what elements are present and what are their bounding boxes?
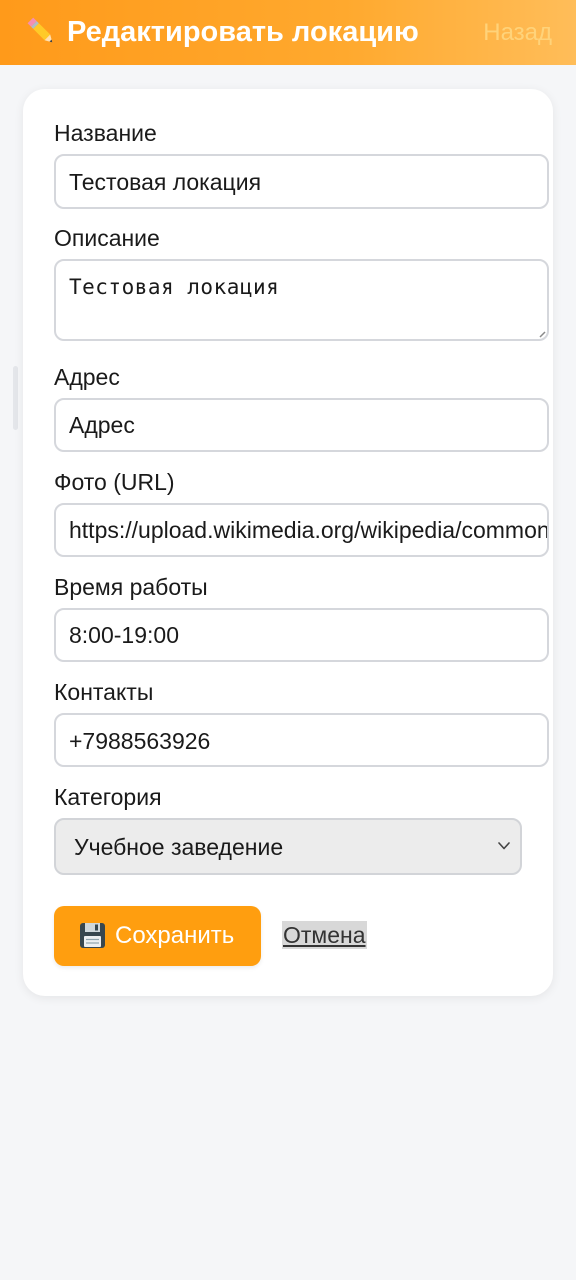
app-header: Редактировать локацию Назад bbox=[0, 0, 576, 65]
cancel-link[interactable]: Отмена bbox=[282, 921, 367, 949]
description-textarea[interactable]: Тестовая локация bbox=[54, 259, 549, 341]
resize-grip-icon[interactable] bbox=[538, 330, 546, 338]
back-link[interactable]: Назад bbox=[483, 18, 552, 48]
contacts-label: Контакты bbox=[54, 679, 154, 705]
address-label: Адрес bbox=[54, 364, 120, 390]
hours-label: Время работы bbox=[54, 574, 208, 600]
category-select[interactable]: Учебное заведение bbox=[54, 818, 522, 875]
hours-input[interactable]: 8:00-19:00 bbox=[54, 608, 549, 662]
photo-url-label: Фото (URL) bbox=[54, 469, 175, 495]
edit-location-form: Название Тестовая локация Описание Тесто… bbox=[23, 89, 553, 996]
scroll-handle[interactable] bbox=[13, 366, 18, 430]
description-label: Описание bbox=[54, 225, 160, 251]
description-textarea-value: Тестовая локация bbox=[69, 275, 280, 299]
save-button[interactable]: Сохранить bbox=[54, 906, 261, 966]
category-label: Категория bbox=[54, 784, 162, 810]
hours-input-value: 8:00-19:00 bbox=[69, 622, 179, 648]
floppy-disk-icon bbox=[80, 923, 105, 948]
pencil-icon bbox=[27, 17, 53, 43]
address-input[interactable]: Адрес bbox=[54, 398, 549, 452]
contacts-input-value: +7988563926 bbox=[69, 728, 211, 754]
contacts-input[interactable]: +7988563926 bbox=[54, 713, 549, 767]
photo-url-input-value: https://upload.wikimedia.org/wikipedia/c… bbox=[69, 517, 549, 543]
chevron-down-icon bbox=[498, 842, 510, 850]
category-select-value: Учебное заведение bbox=[74, 834, 284, 860]
save-button-label: Сохранить bbox=[115, 922, 235, 949]
page-title: Редактировать локацию bbox=[67, 16, 419, 48]
name-input[interactable]: Тестовая локация bbox=[54, 154, 549, 209]
address-input-value: Адрес bbox=[69, 412, 135, 438]
photo-url-input[interactable]: https://upload.wikimedia.org/wikipedia/c… bbox=[54, 503, 549, 557]
name-label: Название bbox=[54, 120, 157, 146]
name-input-value: Тестовая локация bbox=[69, 169, 262, 195]
